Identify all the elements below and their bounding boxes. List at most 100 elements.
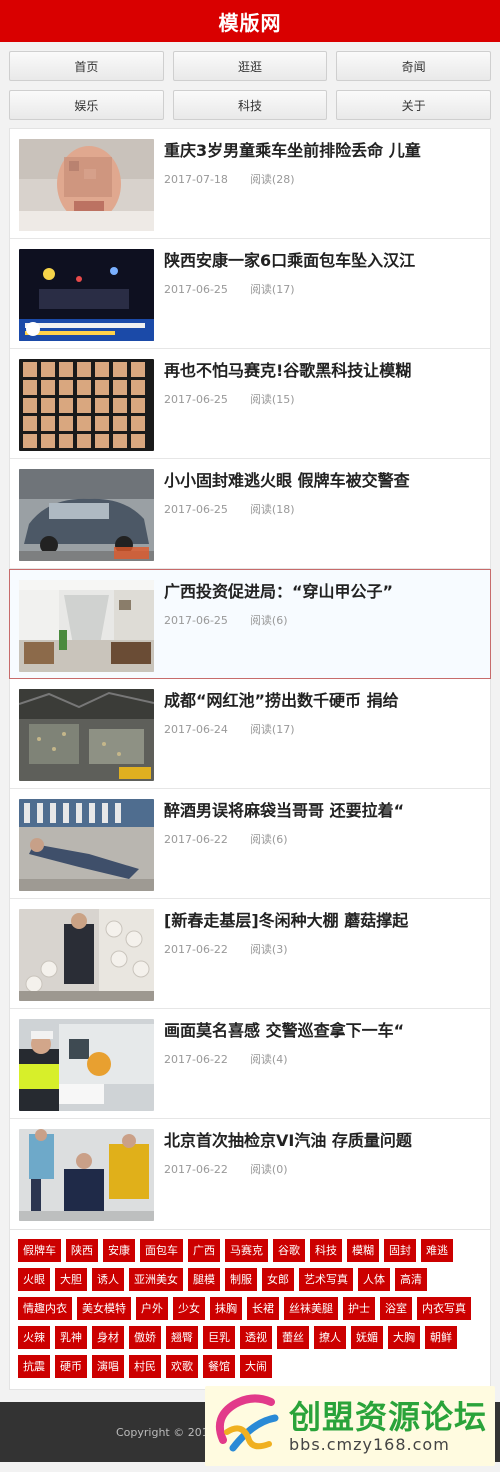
article-meta: 2017-06-25 阅读(18) <box>164 501 481 517</box>
article-item[interactable]: 再也不怕马赛克!谷歌黑科技让模糊 2017-06-25 阅读(15) <box>10 349 490 459</box>
tag-link[interactable]: 朝鲜 <box>425 1326 457 1349</box>
tag-link[interactable]: 情趣内衣 <box>18 1297 72 1320</box>
tag-link[interactable]: 丝袜美腿 <box>284 1297 338 1320</box>
article-date: 2017-06-25 <box>164 614 228 627</box>
article-thumbnail[interactable] <box>19 689 154 781</box>
tag-link[interactable]: 撩人 <box>314 1326 346 1349</box>
nav-browse-button[interactable]: 逛逛 <box>172 51 328 81</box>
article-thumbnail[interactable] <box>19 1129 154 1221</box>
tag-link[interactable]: 大闹 <box>240 1355 272 1378</box>
article-thumbnail[interactable] <box>19 909 154 1001</box>
tag-link[interactable]: 村民 <box>129 1355 161 1378</box>
article-item[interactable]: 广西投资促进局：“穿山甲公子” 2017-06-25 阅读(6) <box>9 569 491 679</box>
tag-link[interactable]: 浴室 <box>380 1297 412 1320</box>
tag-link[interactable]: 制服 <box>225 1268 257 1291</box>
article-title[interactable]: 广西投资促进局：“穿山甲公子” <box>164 582 481 602</box>
tag-link[interactable]: 硬币 <box>55 1355 87 1378</box>
tag-link[interactable]: 蕾丝 <box>277 1326 309 1349</box>
tag-link[interactable]: 长裙 <box>247 1297 279 1320</box>
article-thumbnail[interactable] <box>19 359 154 451</box>
tag-link[interactable]: 大胸 <box>388 1326 420 1349</box>
article-title[interactable]: 画面莫名喜感 交警巡查拿下一车“ <box>164 1021 481 1041</box>
tag-link[interactable]: 广西 <box>188 1239 220 1262</box>
nav-tech-button[interactable]: 科技 <box>172 90 328 120</box>
tag-link[interactable]: 护士 <box>343 1297 375 1320</box>
article-views: 阅读(18) <box>249 503 295 516</box>
tag-link[interactable]: 马赛克 <box>225 1239 268 1262</box>
tag-link[interactable]: 模糊 <box>347 1239 379 1262</box>
tag-link[interactable]: 科技 <box>310 1239 342 1262</box>
article-item[interactable]: 重庆3岁男童乘车坐前排险丢命 儿童 2017-07-18 阅读(28) <box>10 129 490 239</box>
tag-link[interactable]: 面包车 <box>140 1239 183 1262</box>
article-item[interactable]: 画面莫名喜感 交警巡查拿下一车“ 2017-06-22 阅读(4) <box>10 1009 490 1119</box>
tag-link[interactable]: 抗震 <box>18 1355 50 1378</box>
article-thumbnail[interactable] <box>19 799 154 891</box>
tag-link[interactable]: 内衣写真 <box>417 1297 471 1320</box>
article-item[interactable]: 北京首次抽检京VI汽油 存质量问题 2017-06-22 阅读(0) <box>10 1119 490 1229</box>
tag-link[interactable]: 诱人 <box>92 1268 124 1291</box>
article-title[interactable]: 陕西安康一家6口乘面包车坠入汉江 <box>164 251 481 271</box>
tag-link[interactable]: 演唱 <box>92 1355 124 1378</box>
nav-about-button[interactable]: 关于 <box>336 90 491 120</box>
tag-link[interactable]: 腿模 <box>188 1268 220 1291</box>
article-title[interactable]: 成都“网红池”捞出数千硬币 捐给 <box>164 691 481 711</box>
tag-link[interactable]: 少女 <box>173 1297 205 1320</box>
tag-link[interactable]: 透视 <box>240 1326 272 1349</box>
article-title[interactable]: 重庆3岁男童乘车坐前排险丢命 儿童 <box>164 141 481 161</box>
tag-link[interactable]: 乳神 <box>55 1326 87 1349</box>
tag-link[interactable]: 户外 <box>136 1297 168 1320</box>
tag-link[interactable]: 餐馆 <box>203 1355 235 1378</box>
tag-link[interactable]: 假牌车 <box>18 1239 61 1262</box>
article-title[interactable]: 再也不怕马赛克!谷歌黑科技让模糊 <box>164 361 481 381</box>
tag-link[interactable]: 妩媚 <box>351 1326 383 1349</box>
article-meta: 2017-06-22 阅读(0) <box>164 1161 481 1177</box>
nav-home-button[interactable]: 首页 <box>9 51 164 81</box>
article-thumbnail[interactable] <box>19 580 154 672</box>
tag-link[interactable]: 固封 <box>384 1239 416 1262</box>
tag-link[interactable]: 傲娇 <box>129 1326 161 1349</box>
tag-link[interactable]: 人体 <box>358 1268 390 1291</box>
article-date: 2017-06-22 <box>164 943 228 956</box>
tag-link[interactable]: 高清 <box>395 1268 427 1291</box>
article-meta: 2017-06-25 阅读(15) <box>164 391 481 407</box>
article-title[interactable]: 醉酒男误将麻袋当哥哥 还要拉着“ <box>164 801 481 821</box>
nav-entertainment-button[interactable]: 娱乐 <box>9 90 164 120</box>
article-item[interactable]: 成都“网红池”捞出数千硬币 捐给 2017-06-24 阅读(17) <box>10 679 490 789</box>
tag-link[interactable]: 艺术写真 <box>299 1268 353 1291</box>
tag-link[interactable]: 身材 <box>92 1326 124 1349</box>
article-item[interactable]: 醉酒男误将麻袋当哥哥 还要拉着“ 2017-06-22 阅读(6) <box>10 789 490 899</box>
tag-link[interactable]: 难逃 <box>421 1239 453 1262</box>
article-date: 2017-06-22 <box>164 833 228 846</box>
tag-link[interactable]: 抹胸 <box>210 1297 242 1320</box>
tag-link[interactable]: 火辣 <box>18 1326 50 1349</box>
tag-link[interactable]: 陕西 <box>66 1239 98 1262</box>
tag-link[interactable]: 欢歌 <box>166 1355 198 1378</box>
article-item[interactable]: 小小固封难逃火眼 假牌车被交警查 2017-06-25 阅读(18) <box>10 459 490 569</box>
article-thumbnail[interactable] <box>19 249 154 341</box>
article-title[interactable]: [新春走基层]冬闲种大棚 蘑菇撑起 <box>164 911 481 931</box>
site-title: 模版网 <box>218 10 282 35</box>
nav-oddities-button[interactable]: 奇闻 <box>336 51 491 81</box>
article-date: 2017-06-25 <box>164 393 228 406</box>
article-title[interactable]: 小小固封难逃火眼 假牌车被交警查 <box>164 471 481 491</box>
tag-link[interactable]: 翘臀 <box>166 1326 198 1349</box>
tag-link[interactable]: 女郎 <box>262 1268 294 1291</box>
tag-link[interactable]: 亚洲美女 <box>129 1268 183 1291</box>
tag-link[interactable]: 美女模特 <box>77 1297 131 1320</box>
article-item[interactable]: [新春走基层]冬闲种大棚 蘑菇撑起 2017-06-22 阅读(3) <box>10 899 490 1009</box>
article-date: 2017-06-22 <box>164 1053 228 1066</box>
tag-link[interactable]: 谷歌 <box>273 1239 305 1262</box>
article-thumbnail[interactable] <box>19 469 154 561</box>
tag-link[interactable]: 大胆 <box>55 1268 87 1291</box>
article-date: 2017-07-18 <box>164 173 228 186</box>
article-thumbnail[interactable] <box>19 139 154 231</box>
tag-link[interactable]: 火眼 <box>18 1268 50 1291</box>
article-meta: 2017-06-22 阅读(4) <box>164 1051 481 1067</box>
article-thumbnail[interactable] <box>19 1019 154 1111</box>
article-title[interactable]: 北京首次抽检京VI汽油 存质量问题 <box>164 1131 481 1151</box>
article-item[interactable]: 陕西安康一家6口乘面包车坠入汉江 2017-06-25 阅读(17) <box>10 239 490 349</box>
article-views: 阅读(17) <box>249 723 295 736</box>
tag-link[interactable]: 安康 <box>103 1239 135 1262</box>
tag-link[interactable]: 巨乳 <box>203 1326 235 1349</box>
watermark-url: bbs.cmzy168.com <box>289 1434 450 1454</box>
